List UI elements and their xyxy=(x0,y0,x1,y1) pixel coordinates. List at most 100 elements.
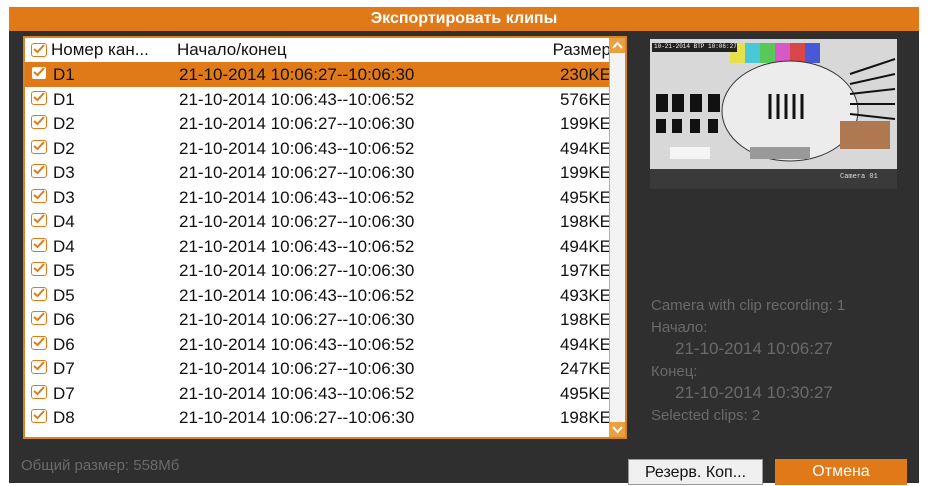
video-preview: 10-21-2014 ВТР 10:06:27 Camera 01 xyxy=(650,39,897,189)
row-size: 198KE xyxy=(559,310,611,329)
row-size: 494KE xyxy=(559,138,611,158)
row-size: 197KE xyxy=(559,261,611,280)
check-icon xyxy=(33,238,45,248)
check-icon xyxy=(33,140,45,150)
row-channel: D7 xyxy=(53,383,75,403)
clip-rows: D1 21-10-2014 10:06:27--10:06:30 230KE D1 21… xyxy=(25,62,625,430)
row-time: 21-10-2014 10:06:27--10:06:30 xyxy=(179,261,415,280)
end-value: 21-10-2014 10:30:27 xyxy=(675,383,833,402)
table-row[interactable]: D5 21-10-2014 10:06:43--10:06:52 493KE xyxy=(25,283,625,308)
row-checkbox[interactable] xyxy=(31,384,47,399)
row-size: 494KE xyxy=(559,236,611,256)
row-time: 21-10-2014 10:06:43--10:06:52 xyxy=(179,236,415,256)
row-time: 21-10-2014 10:06:27--10:06:30 xyxy=(179,310,415,329)
table-row[interactable]: D3 21-10-2014 10:06:43--10:06:52 495KE xyxy=(25,185,625,210)
row-checkbox[interactable] xyxy=(31,164,47,178)
table-row[interactable]: D4 21-10-2014 10:06:27--10:06:30 198KE xyxy=(25,209,625,234)
table-row[interactable]: D1 21-10-2014 10:06:43--10:06:52 576KE xyxy=(25,87,625,112)
select-all-checkbox[interactable] xyxy=(31,43,47,57)
row-checkbox[interactable] xyxy=(31,409,47,423)
check-icon xyxy=(33,385,45,395)
preview-timestamp: 10-21-2014 ВТР 10:06:27 xyxy=(654,43,737,50)
row-time: 21-10-2014 10:06:43--10:06:52 xyxy=(179,334,415,354)
row-checkbox[interactable] xyxy=(31,139,47,154)
row-checkbox[interactable] xyxy=(31,237,47,252)
row-time: 21-10-2014 10:06:43--10:06:52 xyxy=(179,89,415,109)
check-icon xyxy=(33,44,45,54)
row-channel: D2 xyxy=(53,138,75,158)
scrollbar[interactable] xyxy=(609,38,625,437)
row-size: 198KE xyxy=(559,408,611,427)
scroll-up-button[interactable] xyxy=(610,38,625,53)
table-row[interactable]: D7 21-10-2014 10:06:43--10:06:52 495KE xyxy=(25,381,625,406)
row-size: 493KE xyxy=(559,285,611,305)
row-channel: D3 xyxy=(53,187,75,207)
row-time: 21-10-2014 10:06:27--10:06:30 xyxy=(179,359,415,378)
table-row[interactable]: D8 21-10-2014 10:06:27--10:06:30 198KE xyxy=(25,405,625,430)
table-row[interactable]: D4 21-10-2014 10:06:43--10:06:52 494KE xyxy=(25,234,625,259)
selected-clips-text: Selected clips: 2 xyxy=(651,407,761,424)
table-row[interactable]: D7 21-10-2014 10:06:27--10:06:30 247KE xyxy=(25,356,625,381)
row-channel: D6 xyxy=(53,310,75,329)
check-icon xyxy=(33,116,45,126)
row-checkbox[interactable] xyxy=(31,311,47,325)
row-checkbox[interactable] xyxy=(31,262,47,276)
table-row[interactable]: D2 21-10-2014 10:06:43--10:06:52 494KE xyxy=(25,136,625,161)
row-channel: D8 xyxy=(53,408,75,427)
clip-list-header: Номер кан... Начало/конец Размер xyxy=(25,38,625,62)
export-clips-dialog: Экспортировать клипы Номер кан... Начало… xyxy=(9,7,919,485)
total-size-text: Общий размер: 558Мб xyxy=(21,457,180,474)
row-time: 21-10-2014 10:06:43--10:06:52 xyxy=(179,285,415,305)
start-value: 21-10-2014 10:06:27 xyxy=(675,339,833,358)
clip-list[interactable]: Номер кан... Начало/конец Размер D1 21-10… xyxy=(23,36,627,439)
row-size: 576KE xyxy=(559,89,611,109)
row-size: 247KE xyxy=(559,359,611,378)
row-checkbox[interactable] xyxy=(31,90,47,105)
row-checkbox[interactable] xyxy=(31,66,47,80)
row-checkbox[interactable] xyxy=(31,286,47,301)
table-row[interactable]: D1 21-10-2014 10:06:27--10:06:30 230KE xyxy=(25,62,625,87)
row-channel: D3 xyxy=(53,163,75,182)
row-size: 494KE xyxy=(559,334,611,354)
table-row[interactable]: D6 21-10-2014 10:06:43--10:06:52 494KE xyxy=(25,332,625,357)
row-time: 21-10-2014 10:06:43--10:06:52 xyxy=(179,383,415,403)
check-icon xyxy=(33,263,45,273)
row-size: 495KE xyxy=(559,383,611,403)
chevron-down-icon xyxy=(612,426,623,434)
row-checkbox[interactable] xyxy=(31,335,47,350)
row-time: 21-10-2014 10:06:43--10:06:52 xyxy=(179,187,415,207)
row-channel: D1 xyxy=(53,65,75,84)
check-icon xyxy=(33,361,45,371)
column-header-size[interactable]: Размер xyxy=(553,40,611,60)
table-row[interactable]: D5 21-10-2014 10:06:27--10:06:30 197KE xyxy=(25,258,625,283)
test-pattern-image xyxy=(650,39,897,189)
column-header-channel[interactable]: Номер кан... xyxy=(51,40,149,60)
check-icon xyxy=(33,91,45,101)
row-size: 198KE xyxy=(559,212,611,231)
table-row[interactable]: D6 21-10-2014 10:06:27--10:06:30 198KE xyxy=(25,307,625,332)
check-icon xyxy=(33,312,45,322)
check-icon xyxy=(33,165,45,175)
table-row[interactable]: D3 21-10-2014 10:06:27--10:06:30 199KE xyxy=(25,160,625,185)
row-size: 495KE xyxy=(559,187,611,207)
check-icon xyxy=(33,214,45,224)
check-icon xyxy=(33,287,45,297)
scroll-down-button[interactable] xyxy=(610,422,625,437)
row-channel: D5 xyxy=(53,285,75,305)
row-checkbox[interactable] xyxy=(31,213,47,227)
end-label: Конец: xyxy=(651,363,698,380)
table-row[interactable]: D2 21-10-2014 10:06:27--10:06:30 199KE xyxy=(25,111,625,136)
row-checkbox[interactable] xyxy=(31,115,47,129)
row-checkbox[interactable] xyxy=(31,360,47,374)
row-checkbox[interactable] xyxy=(31,188,47,203)
camera-count-text: Camera with clip recording: 1 xyxy=(651,297,846,314)
column-header-time[interactable]: Начало/конец xyxy=(177,40,287,60)
row-channel: D7 xyxy=(53,359,75,378)
row-size: 199KE xyxy=(559,114,611,133)
check-icon xyxy=(33,336,45,346)
backup-button[interactable]: Резерв. Коп... xyxy=(628,459,763,485)
row-time: 21-10-2014 10:06:27--10:06:30 xyxy=(179,212,415,231)
cancel-button[interactable]: Отмена xyxy=(775,459,907,485)
row-size: 230KE xyxy=(559,65,611,84)
row-time: 21-10-2014 10:06:43--10:06:52 xyxy=(179,138,415,158)
